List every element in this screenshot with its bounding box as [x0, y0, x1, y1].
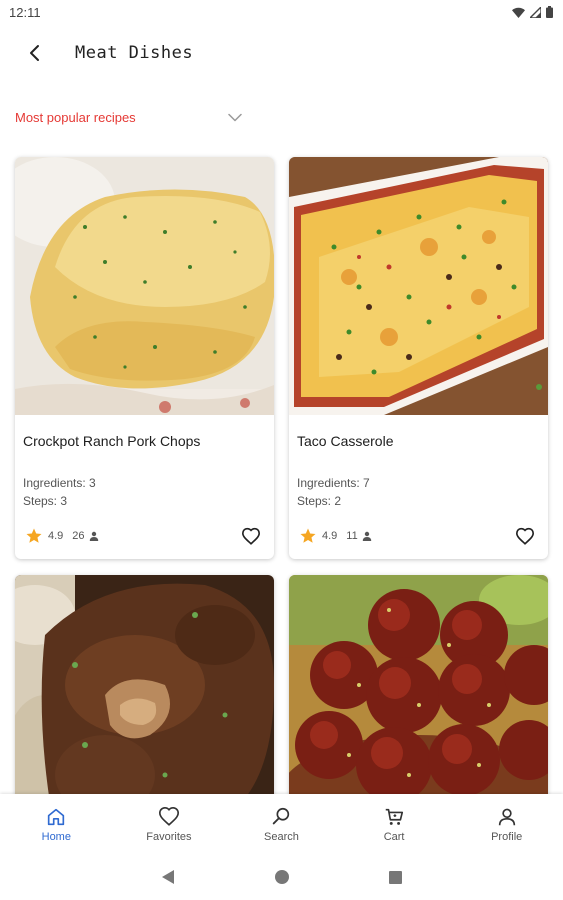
recipe-card[interactable] — [289, 575, 548, 815]
system-recents-button[interactable] — [384, 865, 408, 889]
taco-casserole-photo — [289, 157, 548, 415]
app-bar: Meat Dishes — [0, 30, 563, 76]
recipe-title: Crockpot Ranch Pork Chops — [23, 433, 201, 449]
star-icon — [26, 528, 42, 543]
square-recents-icon — [389, 870, 402, 884]
home-icon — [48, 808, 65, 825]
status-icons — [512, 6, 553, 18]
recipe-card-body: Crockpot Ranch Pork Chops Ingredients: 3… — [15, 415, 274, 559]
sort-dropdown[interactable]: Most popular recipes — [15, 104, 245, 130]
profile-icon — [498, 808, 515, 825]
pork-chops-photo — [15, 157, 274, 415]
cart-icon — [385, 808, 404, 825]
circle-home-icon — [274, 870, 289, 884]
system-back-button[interactable] — [156, 865, 180, 889]
screen: 12:11 Meat Dishes Most popular recipes C… — [0, 0, 563, 900]
nav-search[interactable]: Search — [225, 806, 337, 843]
nav-label: Profile — [491, 830, 523, 843]
nav-profile[interactable]: Profile — [451, 806, 563, 843]
system-navigation-bar — [0, 854, 563, 900]
nav-cart[interactable]: Cart — [338, 806, 450, 843]
back-button[interactable] — [12, 30, 58, 76]
chevron-down-icon — [227, 109, 243, 125]
bottom-navigation: Home Favorites Search Cart Profile — [0, 794, 563, 854]
recipe-title: Taco Casserole — [297, 433, 394, 449]
favorite-button[interactable] — [238, 523, 264, 549]
person-icon — [362, 531, 371, 541]
recipe-card-body: Taco Casserole Ingredients: 7 Steps: 2 4… — [289, 415, 548, 559]
search-icon — [273, 807, 290, 824]
wifi-icon — [512, 7, 525, 18]
rating-value: 4.9 — [48, 530, 64, 542]
nav-label: Home — [41, 830, 71, 843]
person-icon — [89, 531, 98, 541]
status-bar: 12:11 — [0, 0, 563, 24]
rating-value: 4.9 — [322, 530, 338, 542]
glazed-meatballs-photo — [289, 575, 548, 815]
system-home-button[interactable] — [270, 865, 294, 889]
beef-tips-mushroom-gravy-photo — [15, 575, 274, 815]
heart-icon — [158, 806, 179, 826]
recipe-meta: Ingredients: 7 Steps: 2 — [297, 474, 370, 510]
page-title: Meat Dishes — [75, 43, 194, 63]
sort-dropdown-value: Most popular recipes — [15, 109, 136, 125]
recipe-card[interactable]: Taco Casserole Ingredients: 7 Steps: 2 4… — [289, 157, 548, 559]
heart-icon — [515, 527, 535, 545]
nav-home[interactable]: Home — [0, 806, 112, 843]
nav-label: Favorites — [146, 830, 192, 843]
review-count: 11 — [346, 530, 358, 542]
recipe-stats: 4.9 26 — [25, 527, 99, 545]
recipe-meta: Ingredients: 3 Steps: 3 — [23, 474, 96, 510]
nav-label: Cart — [383, 830, 405, 843]
heart-icon — [241, 527, 261, 545]
recipe-grid: Crockpot Ranch Pork Chops Ingredients: 3… — [15, 157, 548, 815]
recipe-card[interactable] — [15, 575, 274, 815]
star-icon — [300, 528, 316, 543]
recipe-stats: 4.9 11 — [299, 527, 372, 545]
arrow-back-icon — [30, 45, 39, 61]
recipe-card[interactable]: Crockpot Ranch Pork Chops Ingredients: 3… — [15, 157, 274, 559]
ingredients-count: Ingredients: 7 — [297, 476, 370, 490]
nav-label: Search — [264, 830, 299, 843]
signal-icon — [530, 6, 541, 18]
review-count: 26 — [72, 530, 85, 542]
steps-count: Steps: 2 — [297, 494, 342, 508]
favorite-button[interactable] — [512, 523, 538, 549]
steps-count: Steps: 3 — [23, 494, 68, 508]
status-time: 12:11 — [9, 4, 41, 20]
nav-favorites[interactable]: Favorites — [113, 806, 225, 843]
ingredients-count: Ingredients: 3 — [23, 476, 96, 490]
triangle-back-icon — [161, 870, 174, 884]
battery-icon — [546, 6, 553, 18]
